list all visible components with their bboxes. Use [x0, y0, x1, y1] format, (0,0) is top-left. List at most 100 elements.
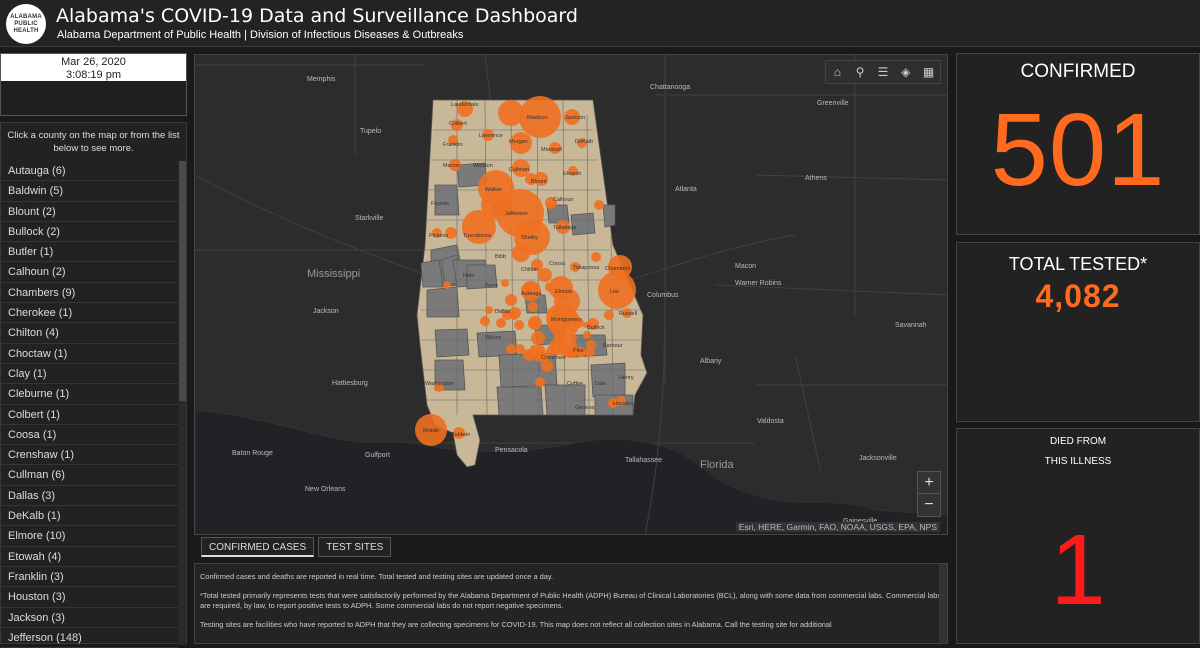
county-lawrence: Lawrence: [479, 133, 503, 139]
map-toolbar: ⌂ ⚲ ☰ ◈ ▦: [825, 60, 941, 84]
layers-icon[interactable]: ◈: [894, 61, 917, 83]
county-chilton: Chilton: [521, 267, 538, 273]
county-list-item[interactable]: Blount (2): [1, 202, 178, 222]
county-perry: Perry: [485, 283, 498, 289]
county-case-count: (1): [58, 307, 73, 320]
map-tabs: CONFIRMED CASES TEST SITES: [201, 537, 395, 557]
county-list-item[interactable]: DeKalb (1): [1, 506, 178, 527]
total-tested-value: 4,082: [1035, 278, 1121, 314]
county-case-count: (148): [56, 631, 82, 644]
county-name: Cherokee: [8, 307, 56, 320]
county-case-count: (1): [55, 388, 70, 401]
tab-test-sites[interactable]: TEST SITES: [318, 537, 392, 557]
county-list-item[interactable]: Bullock (2): [1, 222, 178, 243]
county-name: Chilton: [8, 327, 43, 340]
county-walker: Walker: [485, 187, 502, 193]
county-lee: Lee: [610, 289, 619, 295]
notes-scrollbar[interactable]: [939, 564, 947, 643]
county-list-item[interactable]: Baldwin (5): [1, 181, 178, 202]
deaths-label-line-2: THIS ILLNESS: [1044, 456, 1112, 467]
confirmed-label: CONFIRMED: [1020, 61, 1136, 82]
county-list-item[interactable]: Etowah (4): [1, 547, 178, 567]
county-list-item[interactable]: Calhoun (2): [1, 262, 178, 283]
county-list-item[interactable]: Coosa (1): [1, 425, 178, 446]
county-list-item[interactable]: Jackson (3): [1, 608, 178, 628]
county-name: Houston: [8, 591, 49, 604]
list-icon[interactable]: ☰: [872, 61, 895, 83]
county-tallapoosa: Tallapoosa: [573, 265, 600, 271]
county-list-scrollbar[interactable]: [179, 161, 186, 645]
home-icon[interactable]: ⌂: [826, 61, 849, 83]
county-houston: Houston: [613, 401, 634, 407]
county-list-item[interactable]: Chilton (4): [1, 323, 178, 344]
county-name: Autauga: [8, 165, 49, 177]
county-list-item[interactable]: Cherokee (1): [1, 303, 178, 324]
county-list-item[interactable]: Autauga (6): [1, 161, 178, 182]
city-savannah: Savannah: [895, 322, 927, 329]
search-icon[interactable]: ⚲: [849, 61, 872, 83]
county-case-count: (2): [42, 205, 56, 218]
county-list-item[interactable]: Choctaw (1): [1, 344, 178, 364]
county-case-count: (1): [46, 408, 60, 421]
county-elmore: Elmore: [555, 289, 572, 295]
zoom-out-button[interactable]: −: [918, 494, 940, 516]
county-russell: Russell: [619, 311, 637, 317]
county-pickens: Pickens: [429, 233, 449, 239]
county-hale: Hale: [463, 273, 474, 279]
city-baton-rouge: Baton Rouge: [232, 450, 273, 457]
county-case-count: (3): [41, 489, 56, 502]
county-list-item[interactable]: Cleburne (1): [1, 384, 178, 405]
county-tuscaloosa: Tuscaloosa: [463, 233, 492, 239]
county-colbert: Colbert: [449, 121, 467, 127]
county-name: Baldwin: [8, 185, 47, 198]
city-albany: Albany: [700, 358, 722, 365]
county-case-count: (1): [33, 367, 47, 380]
dashboard-header: ALABAMA PUBLIC HEALTH Alabama's COVID-19…: [0, 0, 1200, 47]
county-crenshaw: Crenshaw: [541, 355, 566, 361]
county-list-item[interactable]: Dallas (3): [1, 486, 178, 507]
city-columbus: Columbus: [647, 292, 679, 299]
county-name: Colbert: [8, 408, 44, 421]
county-list-item[interactable]: Crenshaw (1): [1, 445, 178, 466]
county-washington: Washington: [425, 381, 454, 387]
county-list-item[interactable]: Franklin (3): [1, 567, 178, 588]
county-marion: Marion: [443, 163, 460, 169]
county-dekalb: DeKalb: [575, 139, 593, 145]
county-list-item[interactable]: Jefferson (148): [1, 628, 178, 648]
county-case-count: (6): [51, 469, 65, 482]
notes-panel: Confirmed cases and deaths are reported …: [194, 563, 948, 644]
county-case-count: (3): [52, 591, 66, 604]
county-list-panel: Click a county on the map or from the li…: [0, 122, 187, 648]
county-list-item[interactable]: Cullman (6): [1, 465, 178, 486]
county-case-count: (5): [49, 185, 64, 198]
zoom-control: + −: [917, 471, 941, 517]
city-new-orleans: New Orleans: [305, 486, 346, 493]
county-shelby: Shelby: [521, 235, 538, 241]
county-list-item[interactable]: Houston (3): [1, 587, 178, 608]
city-hattiesburg: Hattiesburg: [332, 380, 368, 387]
tab-confirmed-cases[interactable]: CONFIRMED CASES: [201, 537, 315, 557]
county-case-count: (1): [42, 428, 57, 441]
county-bullock: Bullock: [587, 325, 605, 331]
map-canvas[interactable]: Memphis Chattanooga Atlanta Athens Stark…: [195, 55, 948, 535]
county-list-item[interactable]: Colbert (1): [1, 405, 178, 425]
county-winston: Winston: [473, 163, 493, 169]
county-list-hint: Click a county on the map or from the li…: [7, 130, 180, 154]
state-florida: Florida: [700, 459, 735, 471]
county-list-item[interactable]: Clay (1): [1, 364, 178, 385]
city-tupelo: Tupelo: [360, 128, 381, 135]
county-name: Choctaw: [8, 347, 51, 360]
logo-line-3: HEALTH: [13, 27, 39, 34]
scrollbar-thumb[interactable]: [179, 161, 186, 401]
county-list-item[interactable]: Butler (1): [1, 242, 178, 263]
county-case-count: (1): [47, 510, 61, 523]
qr-icon[interactable]: ▦: [917, 61, 940, 83]
county-talladega: Talladega: [553, 225, 577, 231]
county-list: Autauga (6) Baldwin (5) Blount (2) Bullock …: [1, 161, 178, 648]
county-list-item[interactable]: Chambers (9): [1, 283, 178, 304]
covid-case-map[interactable]: Memphis Chattanooga Atlanta Athens Stark…: [194, 54, 948, 535]
city-warner-robins: Warner Robins: [735, 280, 782, 287]
county-list-item[interactable]: Elmore (10): [1, 526, 178, 547]
county-case-count: (1): [53, 347, 68, 360]
zoom-in-button[interactable]: +: [918, 472, 940, 494]
